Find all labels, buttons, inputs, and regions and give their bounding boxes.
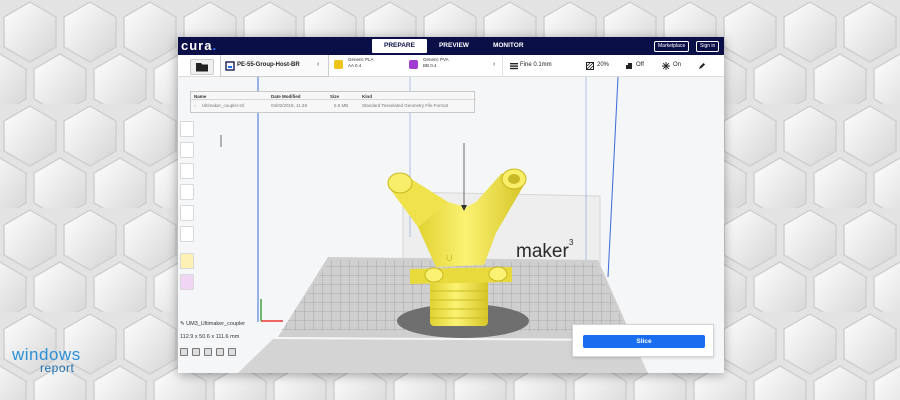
folder-icon [196,63,208,72]
marketplace-button[interactable]: Marketplace [654,41,690,52]
rotate-tool-button[interactable] [180,163,194,179]
machine-name: PE-55-Group-Host-BR [237,62,300,68]
extruder1-core: AA 0.4 [348,62,362,68]
pencil-icon[interactable] [698,62,706,70]
file-list-header: Name Date Modified Size Kind [191,92,476,100]
profile-label[interactable]: Fine 0.1mm [520,62,552,68]
chevron-left-icon[interactable]: ‹ [317,61,319,68]
extruder2-material: Generic PVA [423,57,449,62]
move-tool-button[interactable] [180,121,194,137]
adhesion-value[interactable]: On [673,62,681,68]
tab-prepare[interactable]: PREPARE [372,39,427,53]
view-right-button[interactable] [228,348,236,356]
printer-brand-text: maker [516,241,569,262]
top-bar: cura. PREPARE PREVIEW MONITOR Marketplac… [178,37,724,55]
view-buttons [180,348,236,356]
infill-icon [586,62,594,70]
stage-tabs: PREPARE PREVIEW MONITOR [372,39,536,53]
print-setup-toolbar: PE-55-Group-Host-BR ‹ Generic PLA AA 0.4… [178,55,724,77]
file-icon: ▫ [194,103,196,108]
view-left-button[interactable] [216,348,224,356]
file-row[interactable]: ▫ Ultimaker_coupler.stl 04/02/2018, 11:4… [191,101,476,110]
slice-button[interactable]: Slice [583,335,705,348]
extruder1-info[interactable]: Generic PLA AA 0.4 [348,57,374,68]
cura-window: cura. PREPARE PREVIEW MONITOR Marketplac… [178,37,724,373]
svg-text:U: U [446,253,453,263]
extruder2-core: BB 0.4 [423,62,437,68]
layer-height-icon [510,63,518,70]
view-front-button[interactable] [192,348,200,356]
adhesion-icon [662,62,670,70]
file-name: Ultimaker_coupler.stl [202,103,244,108]
view-3d-button[interactable] [180,348,188,356]
cura-logo: cura. [181,38,218,53]
extruder1-assign-button[interactable] [180,253,194,269]
extruder1-material: Generic PLA [348,57,374,62]
file-date: 04/02/2018, 11:48 [271,103,307,108]
column-kind[interactable]: Kind [362,94,372,99]
extruder2-badge [409,60,418,69]
support-value[interactable]: Off [636,62,644,68]
file-size: 5.5 MB [334,103,349,108]
column-name[interactable]: Name [194,94,206,99]
per-model-settings-button[interactable] [180,205,194,221]
chevron-left-icon-2[interactable]: ‹ [493,61,495,68]
windows-report-watermark: windows report [12,345,81,375]
slice-panel: Slice [572,324,714,357]
extruder2-assign-button[interactable] [180,274,194,290]
scale-tool-button[interactable] [180,142,194,158]
tab-preview[interactable]: PREVIEW [427,39,481,53]
tab-monitor[interactable]: MONITOR [481,39,536,53]
extruder2-info[interactable]: Generic PVA BB 0.4 [423,57,449,68]
support-icon [626,63,632,69]
view-top-button[interactable] [204,348,212,356]
printer-brand-superscript: 3 [569,238,574,247]
printer-icon [225,61,235,71]
open-file-button[interactable] [190,59,214,75]
infill-value[interactable]: 20% [597,62,609,68]
file-dialog: Name Date Modified Size Kind ▫ Ultimaker… [190,91,476,113]
column-date-modified[interactable]: Date Modified [271,94,301,99]
tool-column [178,121,196,290]
machine-selector[interactable]: PE-55-Group-Host-BR [220,55,329,77]
object-name[interactable]: ✎ UM3_Ultimaker_coupler [180,321,245,327]
sign-in-button[interactable]: Sign in [696,41,720,52]
mirror-tool-button[interactable] [180,184,194,200]
object-info: ✎ UM3_Ultimaker_coupler 112.9 x 50.6 x 1… [180,321,245,340]
support-blocker-button[interactable] [180,226,194,242]
extruder1-badge [334,60,343,69]
file-kind: Standard Tesselated Geometry File Format [362,103,448,108]
column-size[interactable]: Size [330,94,339,99]
object-dimensions: 112.9 x 50.6 x 111.6 mm [180,334,240,340]
